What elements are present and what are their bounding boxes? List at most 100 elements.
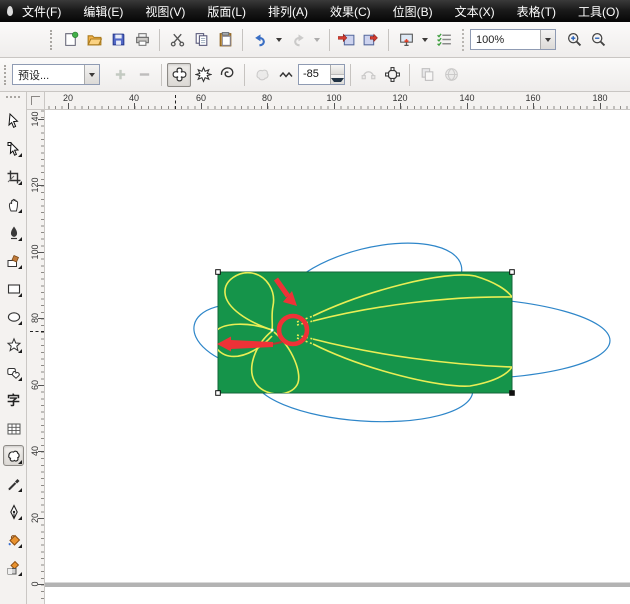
tool-eyedropper[interactable] bbox=[3, 473, 24, 494]
import-icon bbox=[338, 31, 356, 48]
tool-pan[interactable] bbox=[3, 194, 24, 215]
hruler-tick bbox=[400, 103, 401, 109]
redo-icon bbox=[290, 31, 307, 48]
launcher-dropdown[interactable] bbox=[418, 28, 432, 52]
copy-distortion-properties-button[interactable] bbox=[415, 63, 439, 87]
cursor-position-marker-v bbox=[30, 331, 44, 332]
push-pull-distortion-button[interactable] bbox=[167, 63, 191, 87]
menu-edit[interactable]: 编辑(E) bbox=[72, 0, 134, 23]
zoom-in-button[interactable] bbox=[562, 28, 586, 52]
rectangle-shape[interactable] bbox=[218, 272, 512, 393]
tool-pick[interactable] bbox=[3, 110, 24, 131]
redo-dropdown[interactable] bbox=[310, 28, 324, 52]
delete-preset-button[interactable] bbox=[132, 63, 156, 87]
tool-interactive-fill[interactable] bbox=[3, 557, 24, 578]
toolbox: 字 bbox=[0, 92, 27, 604]
save-button[interactable] bbox=[106, 28, 130, 52]
tool-smart-fill[interactable] bbox=[3, 250, 24, 271]
menu-bitmaps[interactable]: 位图(B) bbox=[382, 0, 444, 23]
chevron-down-icon bbox=[314, 38, 320, 42]
drawing-canvas[interactable] bbox=[45, 110, 630, 604]
add-new-distortion-button[interactable] bbox=[250, 63, 274, 87]
amplitude-value[interactable]: -85 bbox=[299, 65, 330, 84]
zoom-combo-button[interactable] bbox=[540, 30, 555, 49]
tool-shape[interactable] bbox=[3, 138, 24, 159]
selection-handle-top-right[interactable] bbox=[510, 270, 515, 275]
import-button[interactable] bbox=[335, 28, 359, 52]
menu-table[interactable]: 表格(T) bbox=[506, 0, 567, 23]
twister-distortion-button[interactable] bbox=[215, 63, 239, 87]
selection-handle-top-left[interactable] bbox=[216, 270, 221, 275]
flyout-indicator bbox=[18, 237, 22, 241]
spin-up-button[interactable] bbox=[331, 65, 344, 75]
center-distortion-icon bbox=[384, 66, 401, 83]
standard-toolbar: 100% bbox=[0, 22, 630, 58]
open-button[interactable] bbox=[82, 28, 106, 52]
vruler-tick bbox=[38, 185, 44, 186]
flyout-indicator bbox=[18, 488, 22, 492]
horizontal-ruler[interactable]: 20 40 60 80 100 120 140 160 180 bbox=[45, 92, 630, 110]
twister-distortion-icon bbox=[219, 66, 236, 83]
app-window: 文件(F) 编辑(E) 视图(V) 版面(L) 排列(A) 效果(C) 位图(B… bbox=[0, 0, 630, 604]
undo-icon bbox=[252, 31, 269, 48]
hruler-label: 100 bbox=[322, 93, 346, 103]
menu-effects[interactable]: 效果(C) bbox=[319, 0, 382, 23]
menu-file[interactable]: 文件(F) bbox=[11, 0, 72, 23]
print-button[interactable] bbox=[130, 28, 154, 52]
hruler-tick bbox=[201, 103, 202, 109]
menu-view[interactable]: 视图(V) bbox=[134, 0, 196, 23]
zoom-out-button[interactable] bbox=[586, 28, 610, 52]
undo-button[interactable] bbox=[248, 28, 272, 52]
zipper-distortion-button[interactable] bbox=[191, 63, 215, 87]
menu-tools[interactable]: 工具(O) bbox=[567, 0, 630, 23]
tool-crop[interactable] bbox=[3, 166, 24, 187]
tool-basic-shapes[interactable] bbox=[3, 362, 24, 383]
smooth-distortion-button[interactable] bbox=[356, 63, 380, 87]
add-preset-button[interactable] bbox=[108, 63, 132, 87]
menu-layout[interactable]: 版面(L) bbox=[196, 0, 257, 23]
chevron-down-icon bbox=[422, 38, 428, 42]
tool-text[interactable]: 字 bbox=[3, 390, 24, 411]
preset-combo-button[interactable] bbox=[84, 65, 99, 84]
preset-combo[interactable]: 预设... bbox=[12, 64, 100, 85]
toolbox-grip[interactable] bbox=[6, 96, 20, 98]
menu-text[interactable]: 文本(X) bbox=[444, 0, 506, 23]
toolbar-grip[interactable] bbox=[50, 30, 54, 50]
hruler-tick bbox=[600, 103, 601, 109]
page-bottom-edge bbox=[45, 583, 630, 588]
copy-button[interactable] bbox=[189, 28, 213, 52]
spin-down-button[interactable] bbox=[331, 75, 344, 84]
zoom-level-combo[interactable]: 100% bbox=[470, 29, 556, 50]
new-document-button[interactable] bbox=[58, 28, 82, 52]
options-checklist-button[interactable] bbox=[432, 28, 456, 52]
vruler-tick bbox=[38, 385, 44, 386]
tool-freehand[interactable] bbox=[3, 222, 24, 243]
convert-to-curves-button[interactable] bbox=[439, 63, 463, 87]
tool-rectangle[interactable] bbox=[3, 278, 24, 299]
tool-table[interactable] bbox=[3, 418, 24, 439]
propbar-grip[interactable] bbox=[4, 65, 8, 85]
toolbar-group-grip[interactable] bbox=[462, 29, 464, 51]
amplitude-spinner[interactable]: -85 bbox=[298, 64, 345, 85]
redo-button[interactable] bbox=[286, 28, 310, 52]
cut-button[interactable] bbox=[165, 28, 189, 52]
selection-handle-bottom-right[interactable] bbox=[510, 391, 515, 396]
propbar-separator bbox=[409, 64, 410, 86]
tool-interactive-distortion[interactable] bbox=[3, 445, 24, 466]
vruler-tick bbox=[38, 318, 44, 319]
vertical-ruler[interactable]: 140 120 100 80 60 40 20 0 bbox=[27, 110, 45, 604]
export-button[interactable] bbox=[359, 28, 383, 52]
tool-fill[interactable] bbox=[3, 529, 24, 550]
hruler-tick bbox=[533, 103, 534, 109]
tool-ellipse[interactable] bbox=[3, 306, 24, 327]
undo-dropdown[interactable] bbox=[272, 28, 286, 52]
menu-arrange[interactable]: 排列(A) bbox=[257, 0, 319, 23]
tool-outline-pen[interactable] bbox=[3, 501, 24, 522]
center-distortion-button[interactable] bbox=[380, 63, 404, 87]
vruler-tick bbox=[38, 252, 44, 253]
paste-button[interactable] bbox=[213, 28, 237, 52]
ruler-origin-corner[interactable] bbox=[27, 92, 45, 110]
application-launcher-button[interactable] bbox=[394, 28, 418, 52]
tool-polygon[interactable] bbox=[3, 334, 24, 355]
selection-handle-bottom-left[interactable] bbox=[216, 391, 221, 396]
